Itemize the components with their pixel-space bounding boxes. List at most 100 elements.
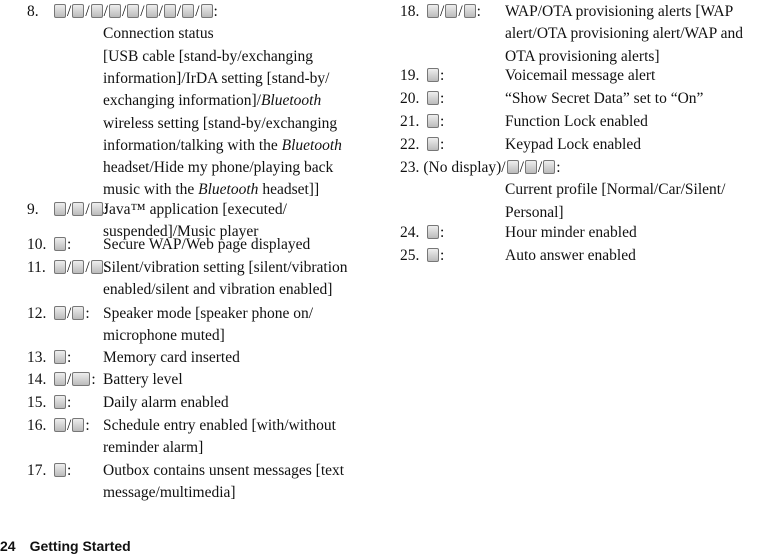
- description-line: enabled/silent and vibration enabled]: [103, 280, 332, 300]
- description-line: Voicemail message alert: [505, 66, 655, 86]
- description-line: “Show Secret Data” set to “On”: [505, 89, 703, 109]
- description-line: message/multimedia]: [103, 483, 236, 503]
- text: Outbox contains unsent messages [text: [103, 462, 345, 479]
- colon: :: [67, 349, 72, 366]
- schedule-icon: [72, 418, 85, 432]
- text: Personal]: [505, 204, 564, 221]
- java-executed-icon: [54, 202, 66, 216]
- bluetooth-icon: [127, 4, 140, 18]
- silent-profile-icon: [524, 160, 537, 174]
- colon: :: [440, 247, 445, 264]
- description-line: WAP/OTA provisioning alerts [WAP: [505, 2, 733, 22]
- memory-card-icon: [54, 350, 66, 364]
- colon: :: [67, 462, 72, 479]
- speaker-phone-icon: [54, 306, 66, 320]
- battery-icon: [54, 372, 66, 386]
- hour-minder-icon: [427, 225, 439, 239]
- item-number: 18.: [400, 3, 420, 20]
- java-suspended-icon: [72, 202, 85, 216]
- text: Schedule entry enabled [with/without: [103, 417, 336, 434]
- item-number: 20.: [400, 90, 420, 107]
- list-item-marker: 21.:: [400, 112, 444, 132]
- personal-profile-icon: [543, 160, 556, 174]
- separator: /: [519, 159, 524, 176]
- colon: :: [91, 371, 96, 388]
- car-profile-icon: [506, 160, 519, 174]
- description-line: Schedule entry enabled [with/without: [103, 416, 336, 436]
- item-number: 11.: [27, 259, 46, 276]
- list-item-marker: 15.:: [27, 393, 71, 413]
- separator: /: [195, 3, 200, 20]
- keypad-lock-icon: [427, 137, 439, 151]
- item-number: 16.: [27, 417, 47, 434]
- item-number: 22.: [400, 136, 420, 153]
- secure-web-icon: [54, 237, 66, 251]
- page-number: 24: [0, 538, 16, 554]
- daily-alarm-icon: [54, 395, 66, 409]
- silent-icon: [54, 260, 66, 274]
- description-line: Battery level: [103, 370, 183, 390]
- item-number: 25.: [400, 247, 420, 264]
- colon: :: [476, 3, 481, 20]
- separator: /: [67, 259, 72, 276]
- battery-full-icon: [72, 372, 91, 386]
- item-number: 19.: [400, 67, 420, 84]
- item-number: 8.: [27, 3, 39, 20]
- text: headset]]: [258, 181, 320, 198]
- wap-ota-alert-icon: [463, 4, 476, 18]
- separator: /: [103, 3, 108, 20]
- separator: /: [121, 3, 127, 20]
- item-number: 17.: [27, 462, 47, 479]
- text: WAP/OTA provisioning alerts [WAP: [505, 3, 734, 20]
- description-line: Silent/vibration setting [silent/vibrati…: [103, 258, 348, 278]
- text: Keypad Lock enabled: [505, 136, 641, 153]
- text: Memory card inserted: [103, 349, 240, 366]
- description-line: Secure WAP/Web page displayed: [103, 235, 310, 255]
- separator: /: [85, 201, 90, 218]
- text: exchanging information]/: [103, 92, 261, 109]
- wap-alert-icon: [427, 4, 439, 18]
- text: Function Lock enabled: [505, 113, 648, 130]
- microphone-muted-icon: [72, 306, 85, 320]
- separator: /: [85, 3, 90, 20]
- usb-exchange-icon: [72, 4, 85, 18]
- description-line: Auto answer enabled: [505, 246, 636, 266]
- text: Secure WAP/Web page displayed: [103, 236, 311, 253]
- text: Auto answer enabled: [505, 247, 636, 264]
- list-item-marker: 8. / / / / / / / /:: [27, 2, 218, 22]
- description-line: wireless setting [stand-by/exchanging: [103, 114, 337, 134]
- item-number: 12.: [27, 305, 47, 322]
- colon: :: [67, 236, 72, 253]
- description-line: Speaker mode [speaker phone on/: [103, 304, 313, 324]
- usb-icon: [54, 4, 66, 18]
- list-item-marker: 24.:: [400, 223, 444, 243]
- text: Battery level: [103, 371, 183, 388]
- bluetooth-music-icon: [200, 4, 213, 18]
- text: enabled/silent and vibration enabled]: [103, 281, 333, 298]
- music-player-icon: [90, 202, 103, 216]
- text: music with the: [103, 181, 199, 198]
- function-lock-icon: [427, 114, 439, 128]
- separator: /: [158, 3, 163, 20]
- list-item-marker: 9. / /:: [27, 200, 108, 220]
- page-footer: 24 Getting Started: [0, 537, 145, 555]
- text: Silent/vibration setting [silent/vibrati…: [103, 259, 348, 276]
- description-line: Java™ application [executed/: [103, 200, 287, 220]
- text: headset/Hide my phone/playing back: [103, 159, 334, 176]
- list-item-marker: 12. /:: [27, 304, 90, 324]
- text: Current profile [Normal/Car/Silent/: [505, 181, 726, 198]
- colon: :: [556, 159, 561, 176]
- list-item-marker: 18. / /:: [400, 2, 481, 22]
- item-number: 10.: [27, 236, 47, 253]
- description-line: Outbox contains unsent messages [text: [103, 461, 344, 481]
- separator: /: [67, 3, 72, 20]
- text: [USB cable [stand-by/exchanging: [103, 48, 314, 65]
- text: OTA provisioning alerts]: [505, 48, 660, 65]
- separator: /: [458, 3, 463, 20]
- separator: /: [67, 201, 72, 218]
- list-item-marker: 13.:: [27, 348, 71, 368]
- list-item-marker: 22.:: [400, 135, 444, 155]
- item-number: 14.: [27, 371, 47, 388]
- list-item-marker: 10.:: [27, 235, 71, 255]
- description-line: Daily alarm enabled: [103, 393, 229, 413]
